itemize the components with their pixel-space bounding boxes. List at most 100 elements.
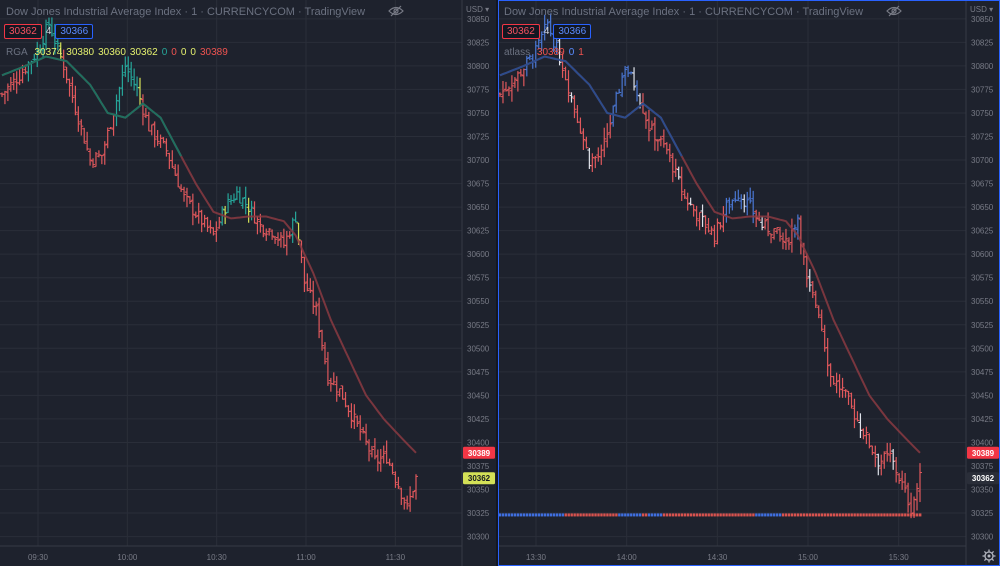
ohlc-bar: [500, 80, 505, 104]
ohlc-bar: [375, 449, 380, 472]
ohlc-bar: [605, 123, 610, 148]
signal-dot: [695, 513, 698, 517]
ohlc-bar: [819, 309, 824, 332]
eye-hidden-icon[interactable]: [886, 5, 902, 17]
ohlc-bar: [284, 230, 289, 256]
ohlc-bar: [123, 56, 128, 78]
signal-dot: [713, 513, 716, 517]
ohlc-bar: [135, 76, 140, 97]
ohlc-bar: [111, 114, 116, 136]
chart-title: Dow Jones Industrial Average Index · 1 ·…: [504, 6, 864, 18]
signal-dot: [600, 513, 603, 517]
ohlc-bar: [864, 426, 869, 445]
signal-dot: [528, 513, 532, 517]
signal-dot: [507, 513, 511, 517]
indicator-value: 30360: [98, 47, 126, 58]
ohlc-bar: [894, 457, 899, 483]
signal-dot: [779, 513, 782, 517]
indicator-value: 30389: [199, 47, 228, 58]
ohlc-bar: [293, 211, 298, 223]
signal-dot: [588, 513, 591, 517]
signal-dot: [901, 513, 904, 517]
ohlc-bar: [655, 138, 660, 152]
y-tick-label: 30825: [971, 38, 994, 47]
signal-dot: [564, 513, 567, 517]
signal-dot: [784, 513, 788, 517]
signal-dot: [552, 513, 556, 517]
signal-dot: [561, 513, 564, 517]
signal-dot: [820, 513, 824, 517]
y-tick-label: 30575: [971, 274, 994, 283]
x-tick-label: 11:30: [386, 553, 406, 562]
ohlc-bar: [721, 206, 726, 233]
signal-dot: [546, 513, 550, 517]
ohlc-bar: [214, 221, 219, 242]
eye-hidden-icon[interactable]: [388, 5, 404, 17]
ohlc-bar: [620, 72, 625, 98]
ohlc-bar: [202, 214, 207, 228]
price-badge: 30362: [463, 472, 495, 485]
svg-text:30362: 30362: [972, 474, 995, 483]
price-chart-right[interactable]: USD ▾30850 30825 30800 30775 30750 30725 30700…: [498, 0, 1000, 566]
y-tick-label: 30475: [467, 368, 490, 377]
ohlc-bar: [328, 377, 333, 392]
ohlc-bar: [334, 376, 339, 402]
ask-price-tag[interactable]: 30366: [55, 24, 94, 39]
y-tick-label: 30775: [467, 85, 490, 94]
ohlc-bar: [76, 106, 81, 132]
signal-dot: [665, 513, 669, 517]
ohlc-bar: [393, 471, 398, 488]
ohlc-bar: [760, 216, 765, 231]
x-tick-label: 15:30: [889, 553, 910, 562]
chart-pane-left[interactable]: USD ▾ 30850 30825 30800 30775 30750 30725 30700…: [0, 0, 496, 566]
signal-dot: [644, 513, 648, 517]
y-tick-label: 30350: [467, 486, 490, 495]
signal-dot: [814, 513, 818, 517]
y-tick-label: 30525: [467, 321, 490, 330]
signal-dot: [549, 513, 553, 517]
price-badge: 30362: [967, 472, 999, 485]
svg-text:30362: 30362: [468, 474, 491, 483]
ask-price-tag[interactable]: 30366: [553, 24, 592, 39]
signal-dot: [805, 513, 809, 517]
ohlc-bar: [170, 150, 175, 169]
spread-value: 4: [543, 26, 550, 37]
signal-dot: [898, 513, 901, 517]
signal-dot: [725, 513, 728, 517]
ohlc-bar: [685, 192, 690, 211]
y-tick-label: 30500: [467, 344, 490, 353]
ohlc-bar: [14, 71, 19, 94]
ohlc-bar: [828, 363, 833, 387]
signal-dot: [531, 513, 535, 517]
y-tick-label: 30450: [467, 391, 490, 400]
ohlc-bar: [79, 119, 84, 136]
ohlc-bar: [697, 211, 702, 231]
ohlc-bar: [715, 218, 720, 245]
ohlc-bar: [810, 280, 815, 299]
ohlc-bar: [667, 143, 672, 163]
indicator-legend[interactable]: atlass 30389 0 1: [504, 47, 588, 58]
signal-dot: [576, 513, 579, 517]
signal-dot: [919, 513, 922, 517]
settings-gear-icon[interactable]: [982, 549, 996, 563]
signal-dot: [910, 513, 913, 517]
ohlc-bar: [512, 77, 517, 89]
signal-dot: [758, 513, 761, 517]
ohlc-bar: [572, 95, 577, 119]
price-chart-left[interactable]: USD ▾30850 30825 30800 30775 30750 30725 30700…: [0, 0, 496, 566]
x-tick-label: 14:30: [707, 553, 728, 562]
indicator-legend[interactable]: RGA 30374 30380 30360 30362 0 0 0 0 30389: [6, 47, 232, 58]
ohlc-bar: [918, 463, 922, 503]
ohlc-bar: [673, 158, 678, 178]
ohlc-bar: [317, 297, 322, 339]
signal-dot: [802, 513, 806, 517]
ohlc-bar: [593, 155, 598, 169]
chart-pane-right[interactable]: USD ▾ 30850 30825 30800 30775 30750 30725 30700…: [498, 0, 1000, 566]
y-tick-label: 30325: [971, 509, 994, 518]
ohlc-bar: [408, 486, 413, 512]
bid-price-tag[interactable]: 30362: [4, 24, 42, 39]
ohlc-bar: [730, 199, 735, 211]
y-tick-label: 30425: [971, 415, 994, 424]
y-tick-label: 30450: [971, 391, 994, 400]
bid-price-tag[interactable]: 30362: [502, 24, 540, 39]
